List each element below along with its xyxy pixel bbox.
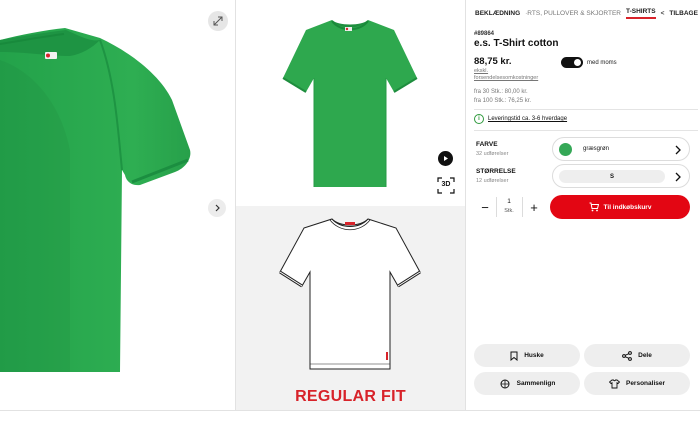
toggle-knob	[574, 59, 581, 66]
fit-type-label: REGULAR FIT	[295, 388, 406, 405]
quantity-decrease-button[interactable]: −	[474, 195, 496, 219]
tshirt-closeup-image	[0, 28, 191, 372]
product-thumbnail-sketch[interactable]	[236, 206, 465, 410]
bottom-border	[0, 410, 700, 411]
expand-icon[interactable]	[208, 11, 228, 31]
quantity-increase-button[interactable]: +	[523, 195, 545, 219]
color-swatch	[559, 143, 572, 156]
share-button[interactable]: Dele	[584, 344, 690, 367]
vat-toggle-label: med moms	[587, 60, 617, 66]
divider	[474, 109, 698, 110]
divider	[474, 130, 698, 131]
color-option-label: FARVE	[476, 141, 498, 148]
personalize-label: Personaliser	[625, 380, 666, 387]
shipping-note-line-2: forsendelsesomkostninger	[474, 75, 539, 81]
tshirt-front-image	[282, 20, 418, 187]
delivery-info[interactable]: i Leveringstid ca. 3-6 hverdage	[474, 114, 567, 124]
bookmark-icon	[510, 351, 518, 361]
shipping-note[interactable]: ekskl. forsendelsesomkostninger	[474, 68, 538, 82]
info-icon: i	[474, 114, 484, 124]
breadcrumb-item-sweatshirts[interactable]: ·RTS, PULLOVER & SKJORTER	[525, 10, 621, 17]
product-sku: #89864	[474, 31, 495, 37]
tshirt-sketch-image	[279, 218, 421, 370]
tshirt-icon	[608, 379, 620, 388]
chevron-right-icon[interactable]	[208, 199, 226, 217]
quantity-unit: Stk.	[504, 208, 514, 214]
vat-toggle[interactable]	[561, 57, 583, 68]
size-select[interactable]: S	[552, 164, 690, 188]
price-tier-30: fra 30 Stk.: 80,00 kr.	[474, 89, 528, 95]
chevron-right-icon	[675, 172, 681, 182]
share-label: Dele	[638, 352, 652, 359]
size-option-count: 12 udførelser	[476, 178, 509, 184]
quantity-value[interactable]: 1	[497, 198, 521, 205]
size-value: S	[559, 170, 665, 183]
quantity-stepper: − 1 Stk. +	[474, 195, 544, 219]
add-to-cart-label: Til indkøbskurv	[603, 203, 652, 211]
wishlist-button[interactable]: Huske	[474, 344, 580, 367]
price-tier-100: fra 100 Stk.: 76,25 kr.	[474, 98, 532, 104]
product-gallery: 3D REGULAR FIT	[0, 0, 466, 410]
compare-label: Sammenlign	[516, 380, 556, 387]
breadcrumb-item-tshirts[interactable]: T-SHIRTS	[625, 8, 656, 19]
color-select[interactable]: græsgrøn	[552, 137, 690, 161]
add-to-cart-button[interactable]: Til indkøbskurv	[550, 195, 690, 219]
view-3d-label: 3D	[441, 181, 451, 188]
main-product-image[interactable]	[0, 0, 235, 410]
product-thumbnail-front[interactable]: 3D	[236, 0, 465, 205]
back-link[interactable]: TILBAGE	[669, 10, 698, 17]
chevron-right-icon	[675, 145, 681, 155]
back-chevron-icon: <	[660, 10, 665, 17]
color-option-count: 32 udførelser	[476, 151, 509, 157]
compare-scale-icon	[500, 379, 510, 388]
compare-button[interactable]: Sammenlign	[474, 372, 580, 395]
shipping-note-line-1: ekskl.	[474, 68, 489, 74]
view-3d-icon[interactable]: 3D	[437, 177, 455, 194]
color-value: græsgrøn	[583, 146, 610, 152]
product-details-panel: BEKLÆDNING ·RTS, PULLOVER & SKJORTER T-S…	[466, 0, 700, 410]
delivery-time-link[interactable]: Leveringstid ca. 3-6 hverdage	[488, 116, 567, 122]
product-title: e.s. T-Shirt cotton	[474, 38, 559, 49]
cart-icon	[589, 202, 599, 212]
wishlist-label: Huske	[524, 352, 544, 359]
breadcrumb-item-clothing[interactable]: BEKLÆDNING	[475, 10, 520, 17]
share-icon	[622, 350, 633, 361]
product-price: 88,75 kr.	[474, 56, 512, 67]
breadcrumb: BEKLÆDNING ·RTS, PULLOVER & SKJORTER T-S…	[475, 8, 700, 19]
play-video-icon[interactable]	[438, 151, 453, 166]
size-option-label: STØRRELSE	[476, 168, 516, 175]
personalize-button[interactable]: Personaliser	[584, 372, 690, 395]
